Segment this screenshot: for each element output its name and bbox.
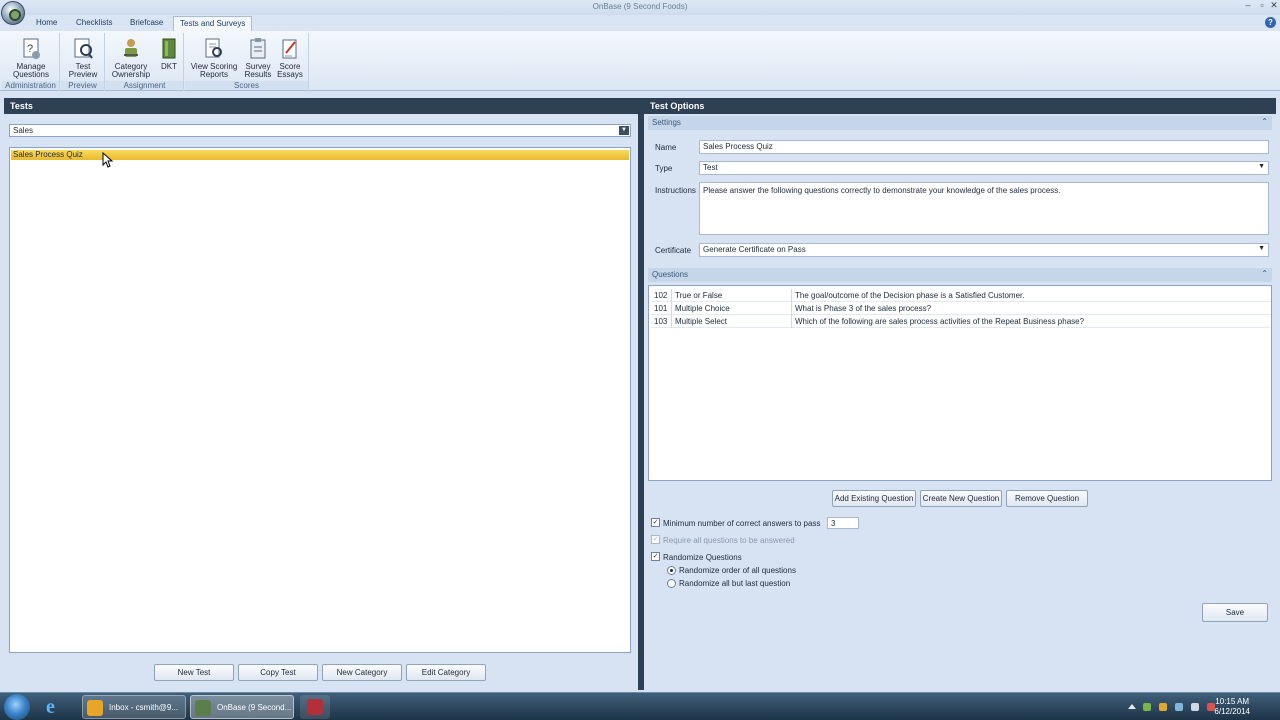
- scoring-reports-icon: [204, 37, 224, 61]
- instructions-field[interactable]: Please answer the following questions co…: [699, 182, 1269, 235]
- tab-tests-and-surveys[interactable]: Tests and Surveys: [173, 16, 253, 31]
- new-category-button[interactable]: New Category: [322, 664, 402, 681]
- score-essays-button[interactable]: Score Essays: [275, 37, 305, 79]
- tray-network-icon[interactable]: [1175, 703, 1183, 711]
- questions-section[interactable]: Questions ⌃: [648, 268, 1272, 282]
- copy-test-button[interactable]: Copy Test: [238, 664, 318, 681]
- ribbon: ? Manage Questions Administration Test P…: [0, 31, 1280, 91]
- view-scoring-reports-button[interactable]: View Scoring Reports: [187, 37, 241, 79]
- certificate-dropdown[interactable]: Generate Certificate on Pass ▼: [699, 243, 1269, 257]
- category-ownership-icon: [121, 37, 141, 61]
- taskbar: e Inbox - csmith@9... OnBase (9 Second..…: [0, 692, 1280, 720]
- randomize-all-radio[interactable]: [667, 566, 676, 575]
- remove-question-button[interactable]: Remove Question: [1006, 490, 1088, 507]
- table-row[interactable]: 101 Multiple Choice What is Phase 3 of t…: [651, 302, 1270, 315]
- name-label: Name: [655, 143, 677, 152]
- category-ownership-button[interactable]: Category Ownership: [108, 37, 154, 79]
- test-preview-button[interactable]: Test Preview: [63, 37, 103, 79]
- dkt-icon: [159, 37, 179, 61]
- chevron-down-icon[interactable]: ▼: [619, 126, 629, 135]
- category-value: Sales: [13, 126, 34, 135]
- test-options-title: Test Options: [644, 98, 1276, 114]
- tab-checklists[interactable]: Checklists: [70, 16, 118, 31]
- tray-outlook-icon[interactable]: [1159, 703, 1167, 711]
- window-title: OnBase (9 Second Foods): [592, 2, 688, 11]
- tab-home[interactable]: Home: [30, 16, 63, 31]
- tab-briefcase[interactable]: Briefcase: [124, 16, 169, 31]
- tests-panel-title: Tests: [4, 98, 638, 114]
- min-correct-input[interactable]: 3: [827, 517, 859, 529]
- save-button[interactable]: Save: [1202, 603, 1268, 622]
- settings-section[interactable]: Settings ⌃: [648, 116, 1272, 130]
- onbase-icon: [195, 700, 211, 716]
- dkt-button[interactable]: DKT: [158, 37, 180, 71]
- min-correct-label: Minimum number of correct answers to pas…: [663, 519, 821, 528]
- tests-panel: Sales ▼ Sales Process Quiz New Test Copy…: [4, 114, 638, 690]
- manage-questions-button[interactable]: ? Manage Questions: [6, 37, 56, 79]
- help-icon[interactable]: ?: [1265, 17, 1276, 28]
- table-row[interactable]: 103 Multiple Select Which of the followi…: [651, 315, 1270, 328]
- mouse-cursor-icon: [102, 152, 114, 168]
- start-button[interactable]: [4, 694, 30, 720]
- category-dropdown[interactable]: Sales ▼: [9, 124, 631, 137]
- test-options-panel: Settings ⌃ Name Sales Process Quiz Type …: [644, 114, 1276, 690]
- chevron-down-icon[interactable]: ▼: [1258, 245, 1265, 252]
- outlook-icon: [87, 700, 103, 716]
- minimize-button[interactable]: –: [1241, 0, 1255, 12]
- type-label: Type: [655, 164, 673, 173]
- test-preview-icon: [73, 37, 93, 61]
- collapse-icon[interactable]: ⌃: [1261, 117, 1268, 126]
- edit-category-button[interactable]: Edit Category: [406, 664, 486, 681]
- ribbon-group-label: Preview: [61, 81, 104, 90]
- new-test-button[interactable]: New Test: [154, 664, 234, 681]
- ribbon-group-scores: View Scoring Reports Survey Results Scor…: [185, 33, 309, 91]
- ribbon-tabs: Home Checklists Briefcase Tests and Surv…: [0, 15, 1280, 31]
- taskbar-item-onbase[interactable]: OnBase (9 Second...: [190, 695, 294, 719]
- randomize-but-last-radio[interactable]: [667, 579, 676, 588]
- randomize-but-last-label: Randomize all but last question: [679, 579, 791, 588]
- survey-results-button[interactable]: Survey Results: [243, 37, 273, 79]
- type-dropdown[interactable]: Test ▼: [699, 161, 1269, 175]
- collapse-icon[interactable]: ⌃: [1261, 269, 1268, 278]
- table-row[interactable]: 102 True or False The goal/outcome of th…: [651, 289, 1270, 302]
- require-all-checkbox: ✓: [651, 535, 660, 544]
- type-value: Test: [703, 163, 718, 172]
- svg-text:?: ?: [27, 43, 33, 55]
- taskbar-item-app[interactable]: [300, 695, 330, 719]
- app-menu-icon[interactable]: [1, 1, 25, 25]
- randomize-all-label: Randomize order of all questions: [679, 566, 796, 575]
- ribbon-group-label: Administration: [2, 81, 59, 90]
- chevron-down-icon[interactable]: ▼: [1258, 163, 1265, 170]
- instructions-label: Instructions: [655, 186, 696, 195]
- randomize-questions-label: Randomize Questions: [663, 553, 742, 562]
- title-bar: OnBase (9 Second Foods) – ▫ ✕: [0, 0, 1280, 15]
- close-button[interactable]: ✕: [1267, 0, 1280, 12]
- min-correct-checkbox[interactable]: ✓: [651, 518, 660, 527]
- clock[interactable]: 10:15 AM 6/12/2014: [1214, 697, 1250, 717]
- randomize-questions-checkbox[interactable]: ✓: [651, 552, 660, 561]
- app-icon: [307, 699, 323, 715]
- tray-sync-icon[interactable]: [1143, 703, 1151, 711]
- add-existing-question-button[interactable]: Add Existing Question: [832, 490, 916, 507]
- tray-monitor-icon[interactable]: [1191, 703, 1199, 711]
- ribbon-group-administration: ? Manage Questions Administration: [2, 33, 60, 91]
- ribbon-group-label: Assignment: [106, 81, 183, 90]
- questions-table[interactable]: 102 True or False The goal/outcome of th…: [648, 285, 1272, 481]
- require-all-label: Require all questions to be answered: [663, 536, 795, 545]
- name-field[interactable]: Sales Process Quiz: [699, 140, 1269, 154]
- certificate-value: Generate Certificate on Pass: [703, 245, 806, 254]
- survey-results-icon: [248, 37, 268, 61]
- tests-list[interactable]: Sales Process Quiz: [9, 147, 631, 653]
- manage-questions-icon: ?: [21, 37, 41, 61]
- taskbar-item-outlook[interactable]: Inbox - csmith@9...: [82, 695, 186, 719]
- create-new-question-button[interactable]: Create New Question: [920, 490, 1002, 507]
- ribbon-group-assignment: Category Ownership DKT Assignment: [106, 33, 184, 91]
- internet-explorer-icon[interactable]: e: [46, 697, 68, 717]
- ribbon-group-label: Scores: [185, 81, 308, 90]
- ribbon-group-preview: Test Preview Preview: [61, 33, 105, 91]
- show-hidden-icons-icon[interactable]: [1128, 704, 1136, 709]
- certificate-label: Certificate: [655, 246, 692, 255]
- score-essays-icon: [280, 37, 300, 61]
